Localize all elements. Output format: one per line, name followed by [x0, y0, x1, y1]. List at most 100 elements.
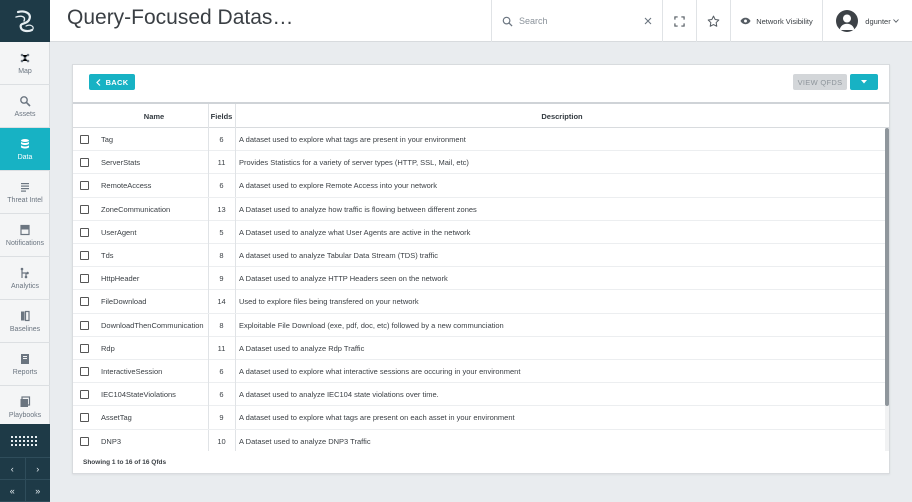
- row-checkbox[interactable]: [80, 227, 89, 237]
- row-name: RemoteAccess: [101, 181, 152, 191]
- table-row[interactable]: UserAgent 5 A Dataset used to analyze what…: [73, 220, 885, 244]
- table-row[interactable]: ZoneCommunication 13 A Dataset used to ana…: [73, 197, 885, 221]
- sidebar-item-analytics[interactable]: Analytics: [0, 257, 50, 300]
- app-logo[interactable]: [0, 0, 50, 42]
- row-checkbox[interactable]: [80, 413, 89, 423]
- row-fields: 9: [219, 413, 224, 423]
- back-button[interactable]: BACK: [89, 74, 135, 90]
- sidebar-item-baselines[interactable]: Baselines: [0, 300, 50, 343]
- sidebar-item-threat-intel[interactable]: Threat Intel: [0, 171, 50, 214]
- row-checkbox[interactable]: [80, 343, 89, 353]
- row-checkbox[interactable]: [80, 297, 89, 307]
- row-checkbox[interactable]: [80, 135, 89, 144]
- row-fields: 6: [219, 390, 224, 400]
- map-icon: [20, 53, 30, 62]
- scrollbar-thumb[interactable]: [885, 128, 889, 406]
- column-divider: [235, 429, 236, 451]
- row-checkbox[interactable]: [80, 204, 89, 214]
- table-row[interactable]: Tag 6 A dataset used to explore what tags …: [73, 128, 885, 152]
- row-checkbox[interactable]: [80, 390, 89, 400]
- row-fields: 6: [219, 181, 224, 191]
- table-body: Tag 6 A dataset used to explore what tags …: [73, 128, 889, 451]
- row-checkbox[interactable]: [80, 436, 89, 446]
- column-divider: [235, 174, 236, 198]
- sidebar-item-map[interactable]: Map: [0, 42, 50, 85]
- column-divider: [235, 383, 236, 407]
- baselines-icon: [21, 310, 30, 321]
- row-checkbox[interactable]: [80, 181, 89, 191]
- row-name: FileDownload: [101, 297, 147, 307]
- sidebar-item-label: Assets: [14, 110, 36, 118]
- notifications-icon: [20, 224, 30, 235]
- row-description: Provides Statistics for a variety of ser…: [239, 158, 469, 168]
- table-row[interactable]: ServerStats 11 Provides Statistics for a v…: [73, 151, 885, 175]
- sidebar-item-label: Data: [17, 153, 33, 161]
- column-divider: [235, 267, 236, 291]
- sidebar-item-assets[interactable]: Assets: [0, 85, 50, 128]
- fullscreen-icon: [674, 15, 685, 27]
- row-select-cell: [80, 290, 92, 313]
- view-qfds-button[interactable]: VIEW QFDS: [793, 74, 847, 90]
- row-description: Used to explore files being transfered o…: [239, 297, 419, 307]
- sidebar-item-label: Playbooks: [8, 411, 42, 419]
- row-select-cell: [80, 406, 92, 429]
- row-fields: 8: [219, 320, 224, 330]
- table-row[interactable]: AssetTag 9 A dataset used to explore what …: [73, 406, 885, 430]
- table-row[interactable]: DNP3 10 A Dataset used to analyze DNP3 Tra…: [73, 429, 885, 451]
- app-grid-icon: [11, 435, 37, 446]
- row-checkbox[interactable]: [80, 320, 89, 330]
- eye-icon: [740, 17, 751, 25]
- table-row[interactable]: InteractiveSession 6 A dataset used to exp…: [73, 360, 885, 384]
- table-header: Name Fields Description: [73, 102, 889, 128]
- table-row[interactable]: RemoteAccess 6 A dataset used to explore R…: [73, 174, 885, 198]
- sidebar-item-notifications[interactable]: Notifications: [0, 214, 50, 257]
- next-button[interactable]: ›: [26, 458, 51, 479]
- column-divider: [235, 220, 236, 244]
- top-header: Query-Focused Datas… Network Visibility …: [50, 0, 912, 42]
- table-row[interactable]: IEC104StateViolations 6 A dataset used to …: [73, 383, 885, 407]
- column-divider: [235, 360, 236, 383]
- prev-button[interactable]: ‹: [0, 458, 26, 479]
- row-checkbox[interactable]: [80, 367, 89, 376]
- row-description: A Dataset used to analyze DNP3 Traffic: [239, 436, 371, 446]
- table-row[interactable]: Tds 8 A dataset used to analyze Tabular Da…: [73, 244, 885, 268]
- clear-search-icon[interactable]: [644, 17, 652, 25]
- table-row[interactable]: FileDownload 14 Used to explore files bein…: [73, 290, 885, 314]
- table-row[interactable]: Rdp 11 A Dataset used to analyze Rdp Traff…: [73, 336, 885, 360]
- row-name: Tag: [101, 135, 114, 144]
- row-description: A Dataset used to analyze HTTP Headers s…: [239, 274, 448, 284]
- search-input[interactable]: [519, 16, 644, 26]
- row-fields: 9: [219, 274, 224, 284]
- app-grid-button[interactable]: [0, 424, 50, 458]
- row-select-cell: [80, 198, 92, 221]
- row-name: UserAgent: [101, 227, 137, 237]
- fullscreen-button[interactable]: [662, 0, 696, 42]
- row-checkbox[interactable]: [80, 251, 89, 260]
- search-icon: [502, 16, 513, 27]
- sidebar-pager-row: ‹ ›: [0, 458, 50, 480]
- row-select-cell: [80, 244, 92, 267]
- table-row[interactable]: DownloadThenCommunication 8 Exploitable Fi…: [73, 313, 885, 337]
- row-description: A dataset used to explore what interacti…: [239, 367, 521, 376]
- row-fields: 6: [219, 367, 224, 376]
- network-visibility-button[interactable]: Network Visibility: [730, 0, 822, 42]
- row-select-cell: [80, 360, 92, 383]
- table-footer: Showing 1 to 16 of 16 Qfds: [83, 459, 167, 466]
- sidebar-item-reports[interactable]: Reports: [0, 343, 50, 386]
- sidebar-item-data[interactable]: Data: [0, 128, 50, 171]
- row-name: IEC104StateViolations: [101, 390, 176, 400]
- favorite-button[interactable]: [696, 0, 730, 42]
- column-header-description[interactable]: Description: [235, 104, 889, 128]
- row-select-cell: [80, 221, 92, 244]
- user-menu[interactable]: dgunter: [822, 0, 912, 42]
- column-header-fields[interactable]: Fields: [208, 104, 235, 128]
- sidebar-footer: ‹ › « »: [0, 424, 50, 502]
- last-button[interactable]: »: [26, 480, 51, 501]
- row-checkbox[interactable]: [80, 158, 89, 168]
- sidebar-item-playbooks[interactable]: Playbooks: [0, 386, 50, 429]
- table-row[interactable]: HttpHeader 9 A Dataset used to analyze HTT…: [73, 267, 885, 291]
- first-button[interactable]: «: [0, 480, 26, 501]
- row-name: DownloadThenCommunication: [101, 320, 204, 330]
- actions-dropdown-button[interactable]: [850, 74, 878, 90]
- row-checkbox[interactable]: [80, 274, 89, 284]
